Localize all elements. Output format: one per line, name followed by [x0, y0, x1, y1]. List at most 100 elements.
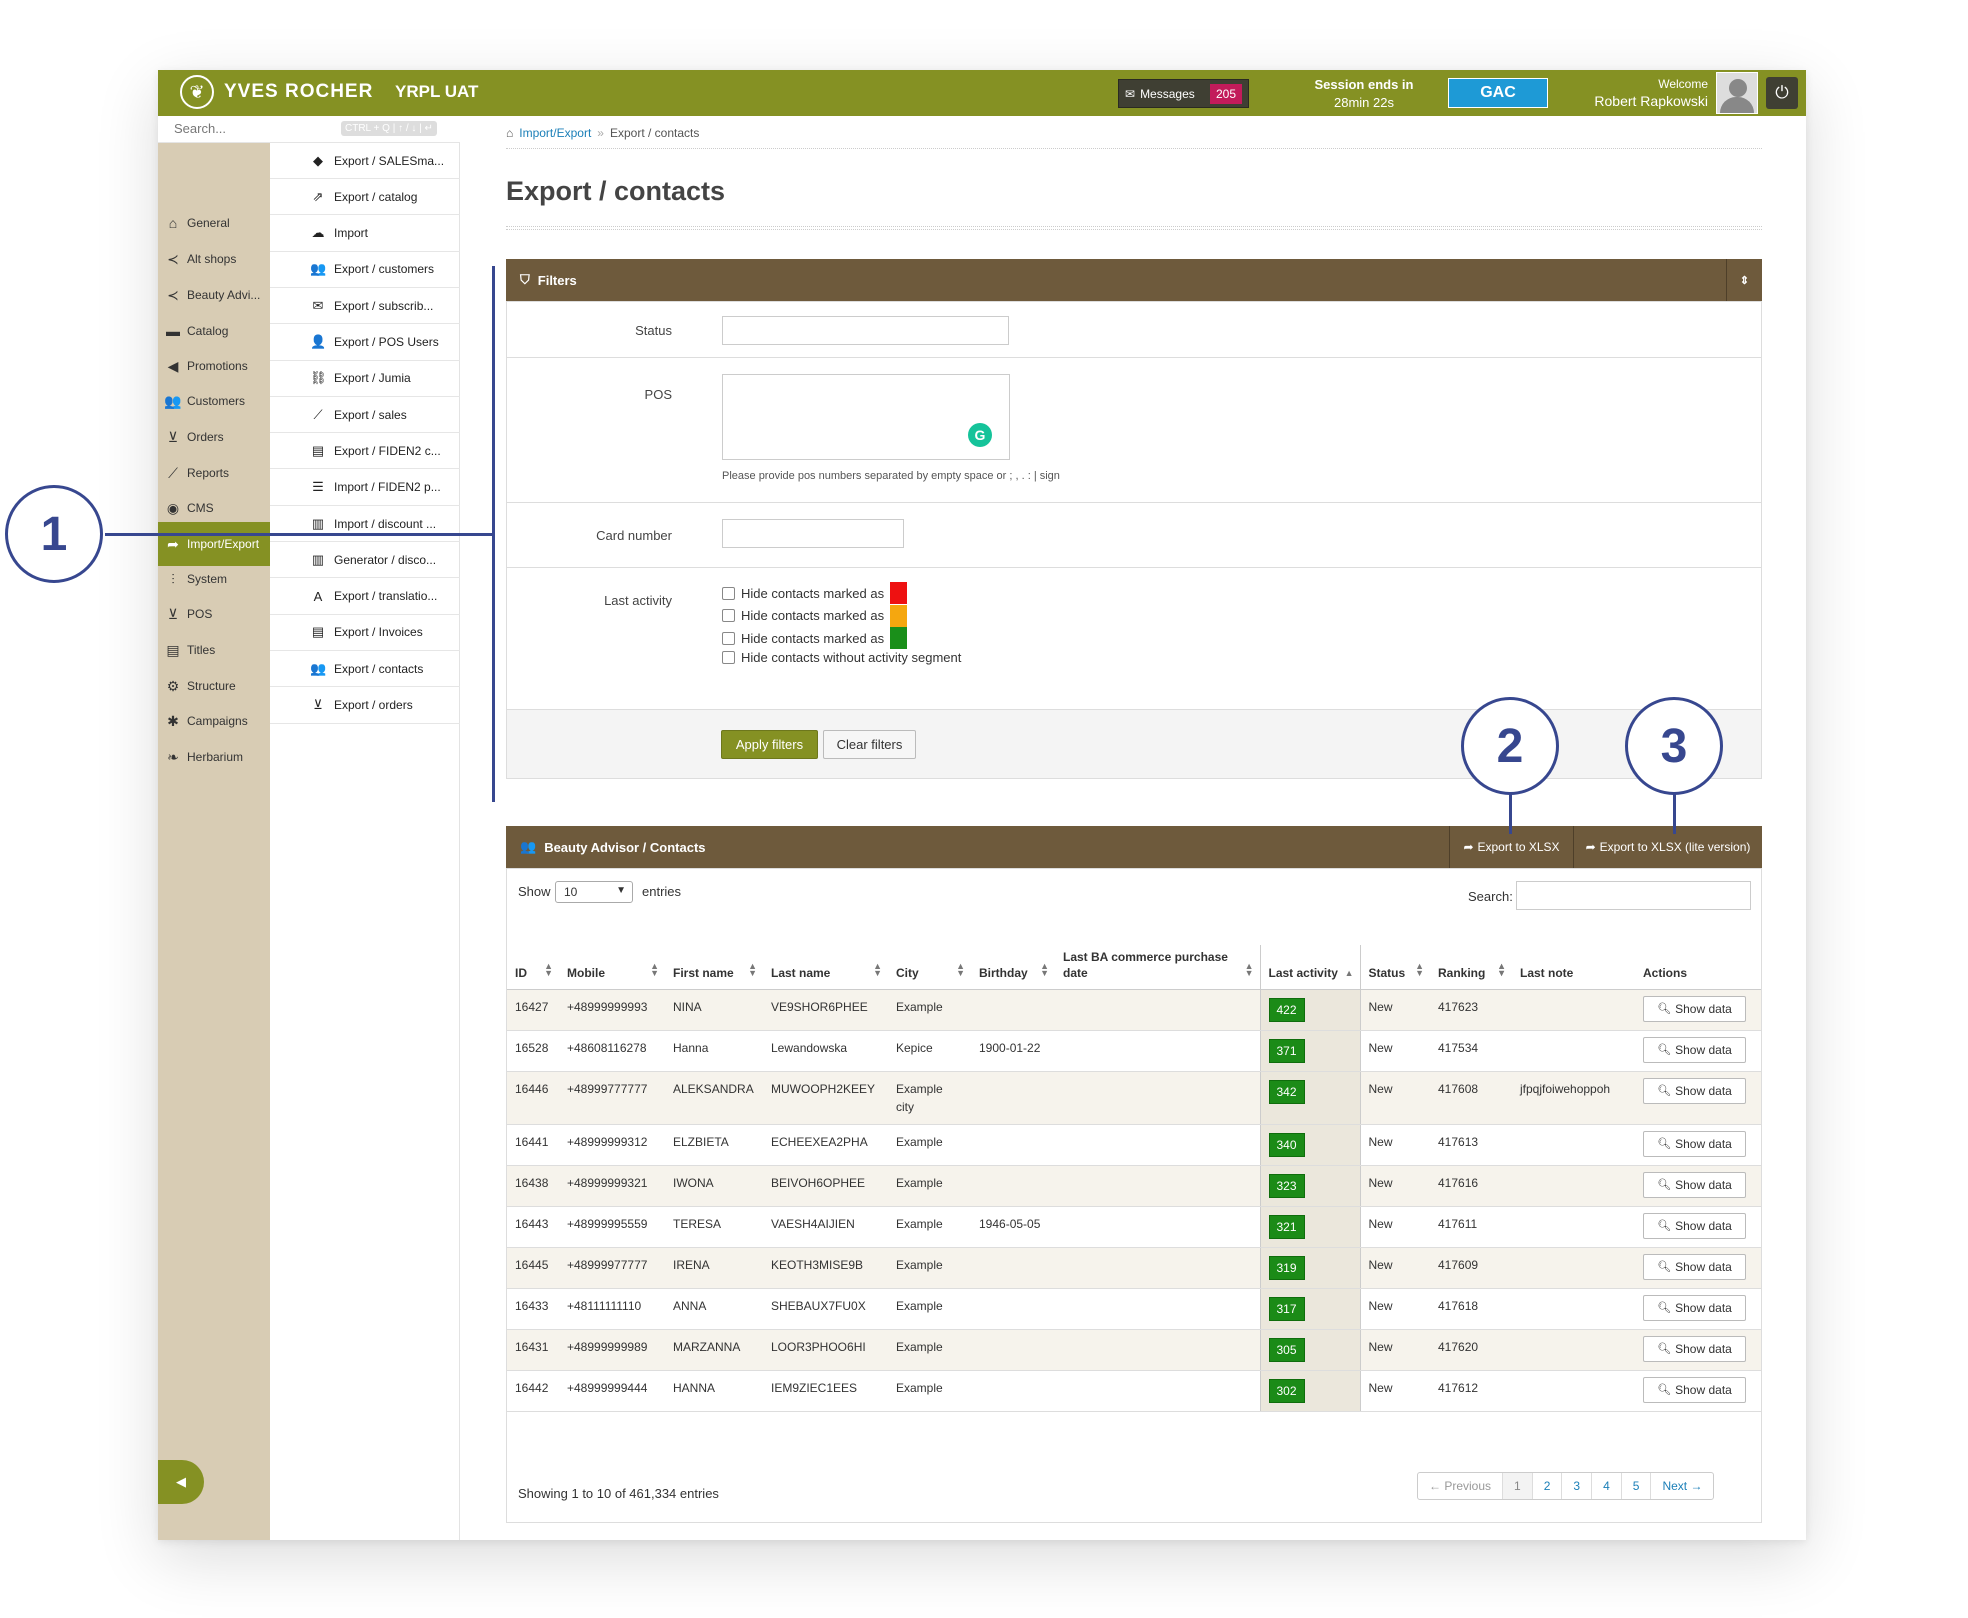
cell-value: KEOTH3MISE9B — [771, 1257, 864, 1272]
submenu-item-export-customers[interactable]: 👥 Export / customers — [270, 252, 460, 288]
cell-value: +48999999312 — [567, 1134, 648, 1149]
filters-panel-header[interactable]: ⛉ Filters ⇕ — [506, 259, 1762, 301]
last-activity-checkbox[interactable]: Hide contacts marked as — [722, 604, 908, 627]
breadcrumb-link-import-export[interactable]: Import/Export — [519, 126, 591, 140]
show-data-button[interactable]: 🔍︎ Show data — [1643, 1171, 1746, 1198]
pos-textarea[interactable]: G — [722, 374, 1010, 460]
sidebar-search-input[interactable]: Search... CTRL + Q | ↑ / ↓ | ↵ — [158, 116, 460, 143]
cell-city: Example — [888, 989, 971, 1031]
column-header[interactable]: Mobile ▲ ▼ — [559, 945, 665, 990]
submenu-item-export-sales[interactable]: ⟋ Export / sales — [270, 397, 460, 434]
cell-activity: 321 — [1259, 1206, 1361, 1248]
last-activity-checkbox[interactable]: Hide contacts marked as — [722, 627, 908, 649]
checkbox[interactable] — [722, 586, 735, 600]
column-header[interactable]: Ranking ▲ ▼ ▲ ▼ — [1430, 945, 1512, 990]
cell-birthday: 1900-01-22 — [971, 1030, 1055, 1072]
search-label: Search: — [1468, 889, 1513, 904]
cell-value: New — [1368, 1298, 1393, 1313]
submenu-item-export-invoices[interactable]: ▤ Export / Invoices — [270, 615, 460, 651]
home-icon[interactable]: ⌂ — [506, 126, 513, 140]
show-data-button[interactable]: 🔍︎ Show data — [1643, 1130, 1746, 1157]
cell-birthday — [971, 1165, 1055, 1207]
show-data-button[interactable]: 🔍︎ Show data — [1643, 1335, 1746, 1362]
checkbox[interactable] — [722, 650, 735, 664]
submenu-item-export-catalog[interactable]: ⇗ Export / catalog — [270, 179, 460, 216]
collapse-toggle-icon[interactable]: ⇕ — [1726, 259, 1762, 301]
cell-value: +48999977777 — [567, 1257, 648, 1272]
column-header[interactable]: Last activity ▲ — [1259, 945, 1361, 990]
next-page-button[interactable]: Next → — [1650, 1473, 1713, 1499]
submenu-item-export-contacts[interactable]: 👥 Export / contacts — [270, 651, 460, 688]
submenu-item-label: Export / POS Users — [334, 335, 439, 349]
checkbox[interactable] — [722, 631, 735, 645]
submenu-item-import[interactable]: ☁ Import — [270, 216, 460, 252]
submenu-item-label: Export / SALESma... — [334, 153, 445, 168]
submenu-item-export-fiden2-c[interactable]: ▤ Export / FIDEN2 c... — [270, 433, 460, 470]
last-activity-checkbox[interactable]: Hide contacts without activity segment — [722, 650, 961, 665]
cell-value: New — [1368, 1339, 1393, 1354]
contacts-table: ID ▲ ▼ Mobile ▲ ▼ First name ▲ ▼ Last name ▲ ▼ C… — [507, 945, 1761, 1412]
page-button[interactable]: 3 — [1561, 1473, 1591, 1499]
page-button[interactable]: 4 — [1591, 1473, 1621, 1499]
submenu-item-export-translatio[interactable]: A Export / translatio... — [270, 579, 460, 615]
column-header[interactable]: Last BA commerce purchase date ▲ ▼ — [1055, 945, 1260, 990]
checkbox[interactable] — [722, 609, 735, 622]
show-data-button[interactable]: 🔍︎ Show data — [1643, 1036, 1746, 1063]
gac-button[interactable]: GAC — [1448, 78, 1548, 108]
column-header[interactable]: Last name ▲ ▼ — [763, 945, 888, 990]
sidebar-item-herbarium[interactable]: ❧ Herbarium — [158, 735, 270, 779]
sort-icon: ▲ ▼ — [1415, 960, 1424, 978]
submenu-item-export-salesma[interactable]: ◆ Export / SALESma... — [270, 143, 460, 179]
messages-button[interactable]: ✉ Messages 205 — [1118, 79, 1249, 108]
show-data-button[interactable]: 🔍︎ Show data — [1643, 1376, 1746, 1403]
card-number-input[interactable] — [722, 519, 904, 548]
show-data-button[interactable]: 🔍︎ Show data — [1643, 995, 1746, 1022]
show-data-button[interactable]: 🔍︎ Show data — [1643, 1253, 1746, 1280]
show-data-label: Show data — [1675, 1300, 1732, 1315]
page-button[interactable]: 5 — [1620, 1473, 1651, 1499]
submenu-item-export-pos-users[interactable]: 👤 Export / POS Users — [270, 325, 460, 361]
show-data-button[interactable]: 🔍︎ Show data — [1643, 1077, 1746, 1104]
cell-actions: 🔍︎ Show data — [1635, 989, 1761, 1031]
column-header[interactable]: Status ▲ ▼ — [1360, 945, 1430, 990]
column-header[interactable]: ID ▲ ▼ — [507, 945, 559, 990]
cell-value: VE9SHOR6PHEE — [771, 999, 868, 1014]
collapse-sidebar-button[interactable]: ◀ — [158, 1460, 204, 1504]
submenu-item-export-orders[interactable]: ⊻ Export / orders — [270, 688, 460, 724]
page-button[interactable]: 1 — [1502, 1473, 1532, 1499]
last-activity-checkbox[interactable]: Hide contacts marked as — [722, 582, 908, 604]
entries-per-page-select[interactable]: 10 ▼ — [555, 881, 633, 903]
submenu-item-export-subscrib[interactable]: ✉ Export / subscrib... — [270, 288, 460, 325]
cell-value: Example — [896, 1380, 943, 1395]
column-header-label: Last name — [771, 965, 831, 980]
cell-value: +48999999444 — [567, 1380, 648, 1395]
export-xlsx-lite-button[interactable]: ➦ Export to XLSX (lite version) — [1573, 826, 1762, 868]
submenu-item-export-jumia[interactable]: ⛓ Export / Jumia — [270, 361, 460, 397]
cell-actions: 🔍︎ Show data — [1635, 1247, 1761, 1289]
cell-id: 16443 — [507, 1206, 559, 1248]
grammarly-icon[interactable]: G — [968, 423, 992, 447]
table-search-input[interactable] — [1516, 881, 1751, 910]
previous-page-button[interactable]: ← Previous — [1418, 1473, 1502, 1499]
submenu-item-import-discount[interactable]: ▥ Import / discount ... — [270, 506, 460, 542]
brand-logo[interactable]: ❦ YVES ROCHER — [180, 75, 373, 109]
column-header[interactable]: Birthday ▲ ▼ — [971, 945, 1055, 990]
contacts-panel-title: Beauty Advisor / Contacts — [544, 839, 706, 855]
submenu-item-generator-disco[interactable]: ▥ Generator / disco... — [270, 542, 460, 579]
cell-value: 16427 — [515, 999, 549, 1014]
cell-status: New — [1360, 1288, 1430, 1330]
leaf-icon: ❧ — [167, 748, 179, 765]
avatar[interactable] — [1716, 72, 1758, 114]
pos-label: POS — [644, 387, 672, 402]
logout-power-icon[interactable]: ⏻ — [1766, 77, 1798, 109]
status-select[interactable] — [722, 316, 1009, 345]
show-data-button[interactable]: 🔍︎ Show data — [1643, 1212, 1746, 1239]
clear-filters-button[interactable]: Clear filters — [823, 730, 916, 759]
column-header[interactable]: City ▲ ▼ — [888, 945, 971, 990]
page-button[interactable]: 2 — [1531, 1473, 1562, 1499]
apply-filters-button[interactable]: Apply filters — [721, 730, 818, 759]
show-data-button[interactable]: 🔍︎ Show data — [1643, 1294, 1746, 1321]
column-header[interactable]: First name ▲ ▼ — [665, 945, 763, 990]
cell-ranking: 417609 — [1430, 1247, 1512, 1289]
submenu-item-import-fiden2-p[interactable]: ☰ Import / FIDEN2 p... — [270, 470, 460, 506]
